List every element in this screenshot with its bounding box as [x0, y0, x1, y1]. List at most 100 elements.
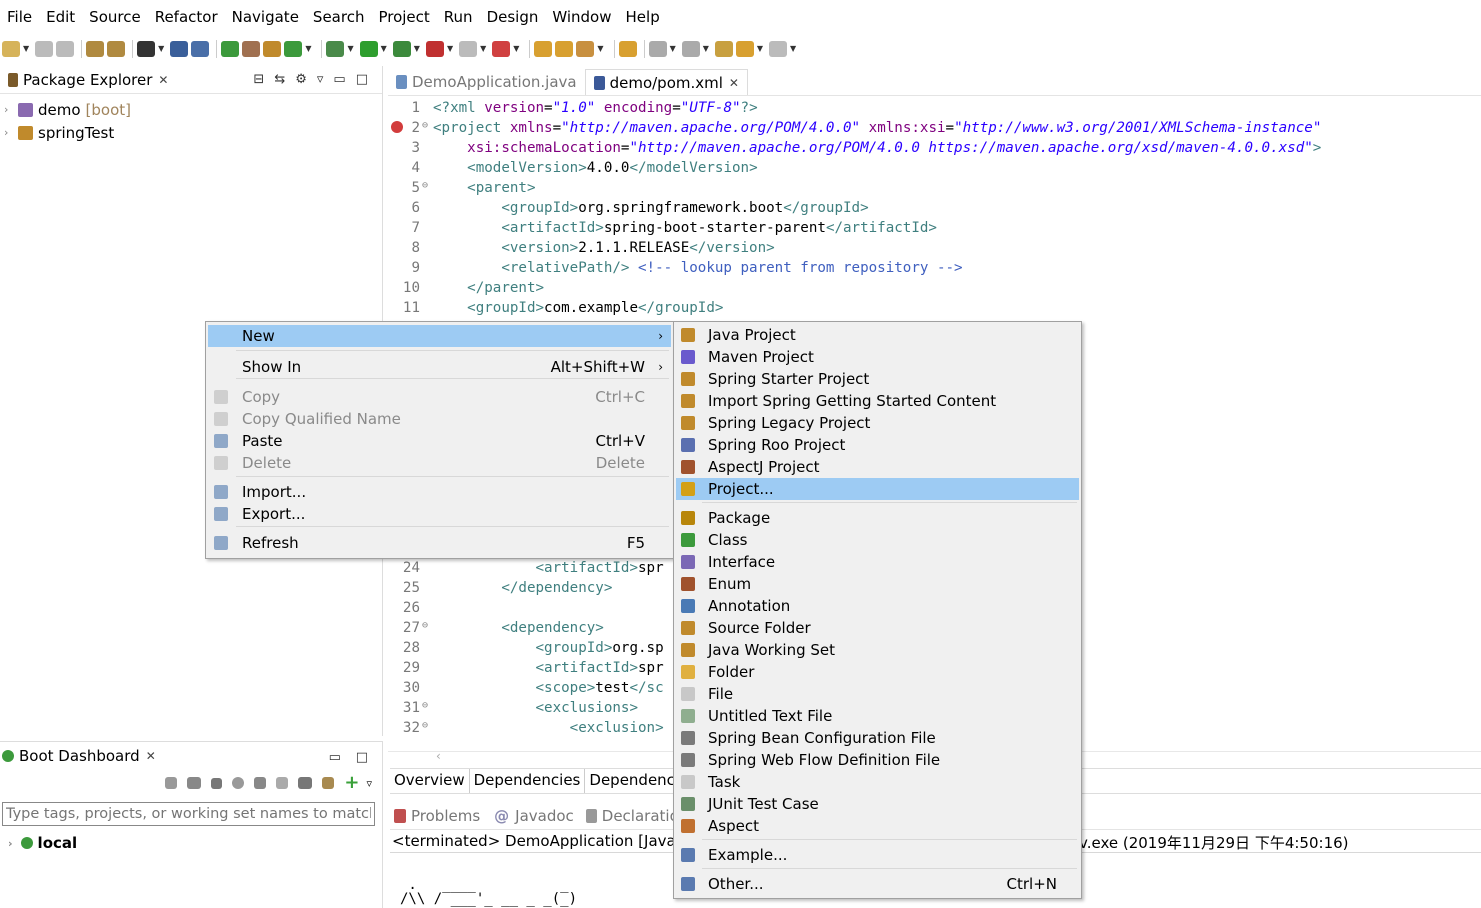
submenu-item-enum[interactable]: Enum: [676, 573, 1079, 595]
submenu-item-java-working-set[interactable]: Java Working Set: [676, 639, 1079, 661]
publish-icon[interactable]: [86, 40, 105, 57]
submenu-item-folder[interactable]: Folder: [676, 661, 1079, 683]
tab-dependencies[interactable]: Dependencies: [470, 769, 586, 793]
link-editor-icon[interactable]: ⇆: [274, 72, 285, 87]
chevron-right-icon[interactable]: ›: [4, 126, 18, 139]
submenu-item-other[interactable]: Other... Ctrl+N: [676, 873, 1079, 895]
submenu-item-spring-legacy-project[interactable]: Spring Legacy Project: [676, 412, 1079, 434]
submenu-item-interface[interactable]: Interface: [676, 551, 1079, 573]
edit-icon[interactable]: [276, 777, 289, 789]
start-icon[interactable]: [165, 777, 178, 789]
project-node-demo[interactable]: › demo [boot]: [0, 98, 382, 121]
tab-package-explorer[interactable]: Package Explorer ✕: [0, 67, 176, 93]
submenu-item-file[interactable]: File: [676, 683, 1079, 705]
chevron-down-icon[interactable]: ▼: [597, 44, 603, 53]
expose-icon[interactable]: [322, 777, 335, 789]
project-node-springtest[interactable]: › springTest: [0, 121, 382, 144]
debug-icon[interactable]: [187, 777, 202, 789]
save-icon[interactable]: [35, 40, 54, 57]
prev-annotation-icon[interactable]: [681, 40, 700, 57]
submenu-item-maven-project[interactable]: Maven Project: [676, 346, 1079, 368]
close-icon[interactable]: ✕: [729, 76, 739, 90]
chevron-right-icon[interactable]: ›: [4, 103, 18, 116]
menu-run[interactable]: Run: [437, 0, 480, 34]
back-icon[interactable]: [735, 40, 754, 57]
submenu-item-untitled-text-file[interactable]: Untitled Text File: [676, 705, 1079, 727]
fold-icon[interactable]: ⊖: [422, 616, 428, 636]
minimize-icon[interactable]: ▭: [333, 72, 345, 87]
minimize-icon[interactable]: ▭: [329, 750, 341, 765]
submenu-item-project[interactable]: Project...: [676, 478, 1079, 500]
open-task-icon[interactable]: [618, 40, 637, 57]
chevron-down-icon[interactable]: ▼: [347, 44, 353, 53]
menu-design[interactable]: Design: [480, 0, 546, 34]
search-icon[interactable]: [576, 40, 595, 57]
menu-item-export[interactable]: Export...: [208, 503, 671, 525]
submenu-item-java-project[interactable]: Java Project: [676, 324, 1079, 346]
menu-help[interactable]: Help: [619, 0, 667, 34]
menu-item-show-in[interactable]: Show In Alt+Shift+W ›: [208, 356, 671, 378]
collapse-all-icon[interactable]: ⊟: [253, 72, 264, 87]
skip-breakpoints-icon[interactable]: [191, 40, 210, 57]
tab-problems[interactable]: Problems: [411, 807, 480, 825]
chevron-down-icon[interactable]: ▼: [670, 44, 676, 53]
submenu-item-task[interactable]: Task: [676, 771, 1079, 793]
tab-boot-dashboard[interactable]: Boot Dashboard ✕: [0, 743, 164, 769]
new-java-icon[interactable]: [263, 40, 282, 57]
submenu-item-import-spring-getting-started-content[interactable]: Import Spring Getting Started Content: [676, 390, 1079, 412]
tab-javadoc[interactable]: Javadoc: [515, 807, 574, 825]
tab-demo-application[interactable]: DemoApplication.java: [388, 69, 585, 95]
chevron-down-icon[interactable]: ▼: [381, 44, 387, 53]
open-browser-icon[interactable]: [232, 777, 245, 789]
local-node[interactable]: › local: [8, 834, 77, 852]
submenu-item-spring-bean-configuration-file[interactable]: Spring Bean Configuration File: [676, 727, 1079, 749]
view-menu-icon[interactable]: ▿: [366, 777, 372, 790]
submenu-item-spring-web-flow-definition-file[interactable]: Spring Web Flow Definition File: [676, 749, 1079, 771]
chevron-down-icon[interactable]: ▼: [703, 44, 709, 53]
open-project-icon[interactable]: [555, 40, 574, 57]
submenu-item-annotation[interactable]: Annotation: [676, 595, 1079, 617]
forward-icon[interactable]: [769, 40, 788, 57]
coverage-icon[interactable]: [392, 40, 411, 57]
last-edit-icon[interactable]: [714, 40, 733, 57]
chevron-down-icon[interactable]: ▼: [414, 44, 420, 53]
maximize-icon[interactable]: □: [356, 72, 368, 87]
console-icon[interactable]: [170, 40, 189, 57]
error-icon[interactable]: [391, 121, 403, 133]
menu-refactor[interactable]: Refactor: [148, 0, 225, 34]
terminate-icon[interactable]: [492, 40, 511, 57]
menu-source[interactable]: Source: [82, 0, 148, 34]
refresh-run-icon[interactable]: [284, 40, 303, 57]
spring-boot-icon[interactable]: [221, 40, 240, 57]
tab-pom-xml[interactable]: demo/pom.xml ✕: [584, 69, 748, 95]
profile-icon[interactable]: [137, 40, 156, 57]
chevron-down-icon[interactable]: ▼: [480, 44, 486, 53]
menu-edit[interactable]: Edit: [39, 0, 82, 34]
close-icon[interactable]: ✕: [158, 73, 168, 87]
next-annotation-icon[interactable]: [648, 40, 667, 57]
stop-icon[interactable]: [211, 777, 223, 789]
submenu-item-aspectj-project[interactable]: AspectJ Project: [676, 456, 1079, 478]
menu-search[interactable]: Search: [306, 0, 372, 34]
external-tools-icon[interactable]: [425, 40, 444, 57]
stop-icon[interactable]: [459, 40, 478, 57]
submenu-item-spring-starter-project[interactable]: Spring Starter Project: [676, 368, 1079, 390]
maximize-icon[interactable]: □: [356, 750, 368, 765]
chevron-down-icon[interactable]: ▼: [757, 44, 763, 53]
open-folder-icon[interactable]: [534, 40, 553, 57]
boot-filter-input[interactable]: [2, 802, 375, 826]
columns-icon[interactable]: [298, 777, 313, 789]
fold-icon[interactable]: ⊖: [422, 696, 428, 716]
chevron-down-icon[interactable]: ▼: [447, 44, 453, 53]
tab-overview[interactable]: Overview: [390, 769, 470, 793]
fold-icon[interactable]: ⊖: [422, 176, 428, 196]
menu-window[interactable]: Window: [545, 0, 618, 34]
add-icon[interactable]: +: [344, 774, 359, 792]
submenu-item-junit-test-case[interactable]: JUnit Test Case: [676, 793, 1079, 815]
tab-declaration[interactable]: Declaratio: [602, 807, 679, 825]
save-all-icon[interactable]: [56, 40, 75, 57]
menu-item-import[interactable]: Import...: [208, 481, 671, 503]
submenu-item-package[interactable]: Package: [676, 507, 1079, 529]
chevron-down-icon[interactable]: ▼: [23, 44, 29, 53]
menu-item-paste[interactable]: Paste Ctrl+V: [208, 430, 671, 452]
